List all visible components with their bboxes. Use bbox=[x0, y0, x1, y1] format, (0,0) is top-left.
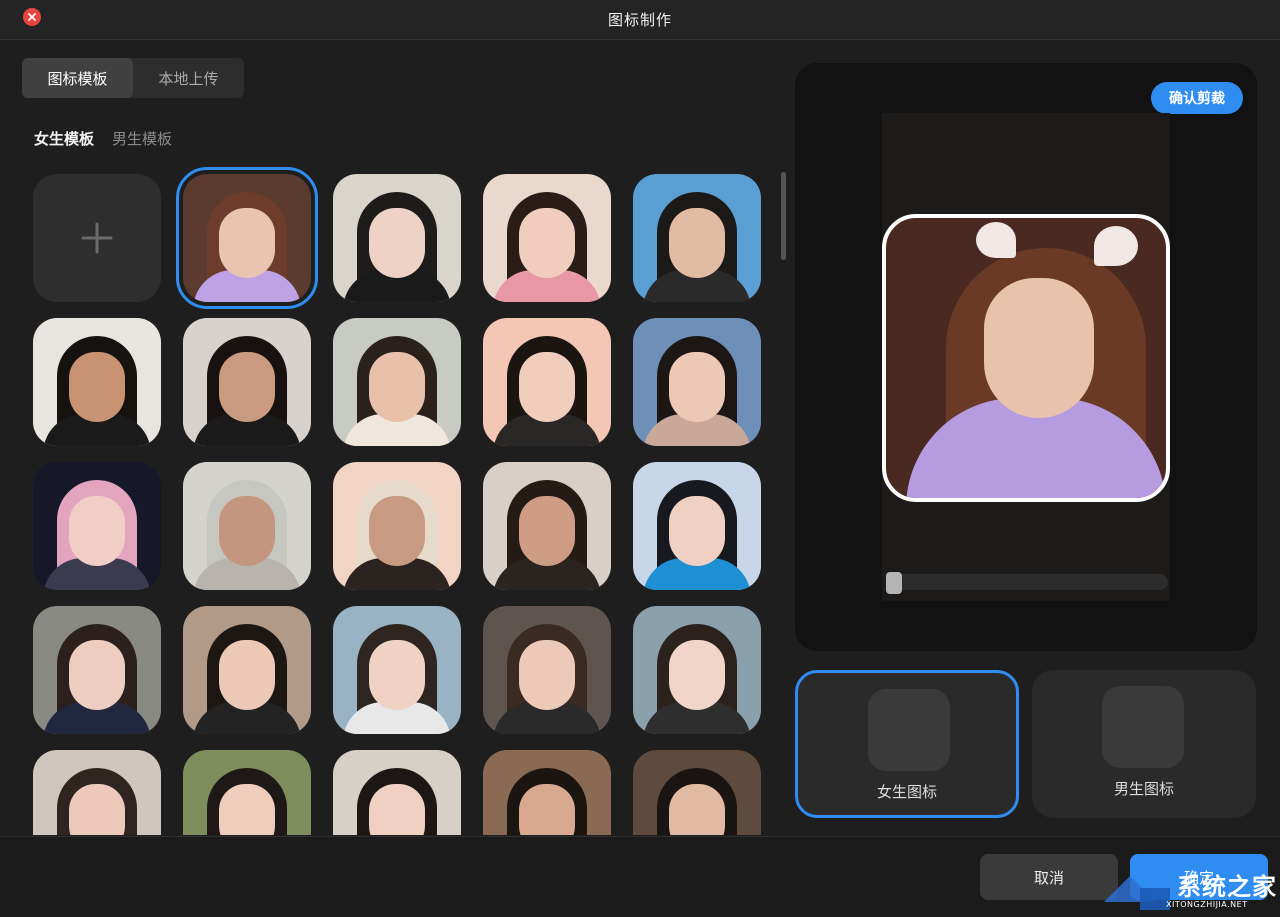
template-tile[interactable] bbox=[633, 174, 761, 302]
template-tile[interactable] bbox=[483, 318, 611, 446]
template-face bbox=[369, 496, 425, 566]
template-face bbox=[69, 640, 125, 710]
template-tile[interactable] bbox=[483, 606, 611, 734]
template-face bbox=[669, 784, 725, 835]
template-tile[interactable] bbox=[33, 462, 161, 590]
window-title: 图标制作 bbox=[607, 11, 672, 29]
template-face bbox=[519, 208, 575, 278]
template-tile[interactable] bbox=[633, 462, 761, 590]
template-scrollbar[interactable] bbox=[781, 172, 786, 260]
tab-local-upload[interactable]: 本地上传 bbox=[133, 58, 244, 98]
add-template-button[interactable] bbox=[33, 174, 161, 302]
template-tile[interactable] bbox=[333, 174, 461, 302]
cat-ear-left bbox=[976, 222, 1016, 258]
template-face bbox=[519, 640, 575, 710]
template-tile[interactable] bbox=[176, 167, 318, 309]
source-tabs: 图标模板 本地上传 bbox=[22, 58, 244, 98]
female-icon-card[interactable]: 女生图标 bbox=[795, 670, 1019, 818]
template-face bbox=[669, 352, 725, 422]
template-tile[interactable] bbox=[183, 462, 311, 590]
template-tile[interactable] bbox=[33, 606, 161, 734]
preview-image-face bbox=[984, 278, 1094, 418]
template-tile[interactable] bbox=[183, 750, 311, 835]
template-tile[interactable] bbox=[333, 606, 461, 734]
template-tile[interactable] bbox=[483, 174, 611, 302]
watermark-text: 系统之家 bbox=[1177, 873, 1277, 901]
confirm-crop-button[interactable]: 确认剪裁 bbox=[1151, 82, 1243, 114]
template-face bbox=[519, 496, 575, 566]
template-face bbox=[219, 640, 275, 710]
template-tile[interactable] bbox=[633, 606, 761, 734]
template-tile[interactable] bbox=[333, 318, 461, 446]
template-face bbox=[369, 784, 425, 835]
template-face bbox=[369, 352, 425, 422]
template-face bbox=[219, 784, 275, 835]
zoom-slider-thumb[interactable] bbox=[886, 572, 902, 594]
template-face bbox=[369, 208, 425, 278]
template-face bbox=[669, 640, 725, 710]
watermark-subtext: XITONGZHIJIA.NET bbox=[1166, 900, 1248, 909]
template-tile[interactable] bbox=[633, 318, 761, 446]
template-tile[interactable] bbox=[483, 462, 611, 590]
template-tile[interactable] bbox=[633, 750, 761, 835]
template-tile[interactable] bbox=[183, 318, 311, 446]
female-icon-label: 女生图标 bbox=[876, 783, 937, 801]
template-tile[interactable] bbox=[333, 462, 461, 590]
template-face bbox=[369, 640, 425, 710]
template-face bbox=[669, 496, 725, 566]
male-icon-label: 男生图标 bbox=[1113, 780, 1174, 798]
template-face bbox=[219, 496, 275, 566]
cat-ear-right bbox=[1094, 226, 1138, 266]
template-tile[interactable] bbox=[33, 750, 161, 835]
template-face bbox=[69, 784, 125, 835]
template-tile[interactable] bbox=[33, 318, 161, 446]
gender-tabs: 女生模板 男生模板 bbox=[34, 128, 172, 149]
tab-male-templates[interactable]: 男生模板 bbox=[112, 128, 172, 149]
tab-female-templates[interactable]: 女生模板 bbox=[34, 128, 94, 149]
tab-icon-templates[interactable]: 图标模板 bbox=[22, 58, 133, 98]
plus-icon bbox=[81, 222, 113, 254]
template-face bbox=[519, 784, 575, 835]
male-icon-card[interactable]: 男生图标 bbox=[1032, 670, 1256, 818]
template-grid bbox=[22, 165, 772, 835]
template-face bbox=[669, 208, 725, 278]
template-tile[interactable] bbox=[183, 606, 311, 734]
zoom-slider-track[interactable] bbox=[886, 574, 1168, 590]
title-bar: 图标制作 bbox=[0, 0, 1280, 40]
template-tile[interactable] bbox=[483, 750, 611, 835]
cancel-button[interactable]: 取消 bbox=[980, 854, 1118, 900]
template-face bbox=[219, 352, 275, 422]
template-face bbox=[69, 496, 125, 566]
male-icon-placeholder bbox=[1102, 686, 1184, 768]
template-face bbox=[219, 208, 275, 278]
crop-frame[interactable] bbox=[882, 214, 1170, 502]
template-tile[interactable] bbox=[333, 750, 461, 835]
template-face bbox=[69, 352, 125, 422]
female-icon-placeholder bbox=[868, 689, 950, 771]
template-face bbox=[519, 352, 575, 422]
